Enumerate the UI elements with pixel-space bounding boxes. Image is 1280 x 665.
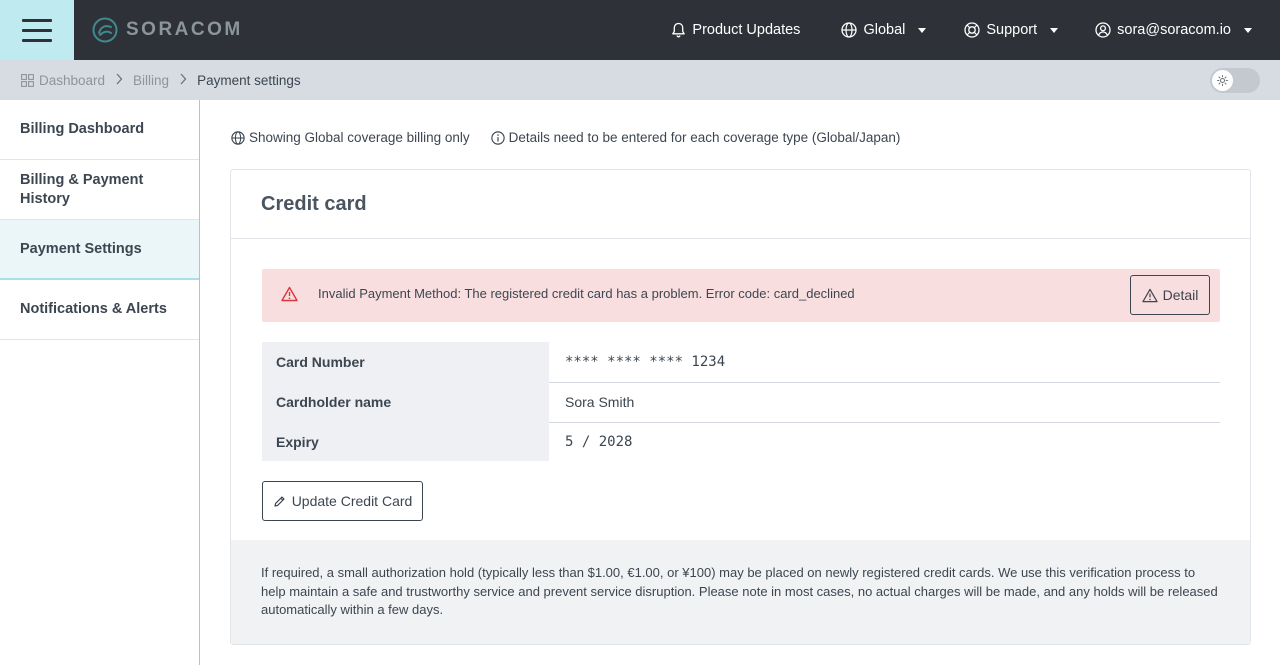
update-button-label: Update Credit Card bbox=[291, 493, 413, 509]
alert-message: Invalid Payment Method: The registered c… bbox=[318, 286, 855, 301]
globe-icon bbox=[231, 130, 245, 145]
chevron-down-icon bbox=[1244, 27, 1252, 33]
coverage-dropdown[interactable]: Global bbox=[841, 0, 927, 60]
theme-toggle[interactable] bbox=[1210, 68, 1260, 93]
breadcrumb-label: Payment settings bbox=[197, 72, 301, 88]
user-email: sora@soracom.io bbox=[1117, 22, 1231, 38]
user-icon bbox=[1095, 22, 1111, 38]
menu-icon-line bbox=[22, 38, 52, 42]
sidebar-item-notifications-alerts[interactable]: Notifications & Alerts bbox=[0, 280, 199, 340]
toggle-knob bbox=[1212, 70, 1233, 91]
product-updates-label: Product Updates bbox=[692, 22, 801, 38]
sidebar-item-label: Notifications & Alerts bbox=[20, 301, 167, 317]
coverage-note: Showing Global coverage billing only bbox=[231, 130, 470, 145]
authorization-hold-note: If required, a small authorization hold … bbox=[231, 540, 1250, 644]
user-menu[interactable]: sora@soracom.io bbox=[1095, 0, 1252, 60]
sidebar-item-payment-settings[interactable]: Payment Settings bbox=[0, 220, 199, 280]
expiry-label: Expiry bbox=[262, 422, 549, 461]
support-dropdown[interactable]: Support bbox=[964, 0, 1059, 60]
details-note: Details need to be entered for each cove… bbox=[490, 130, 901, 145]
table-row: Expiry 5 / 2028 bbox=[262, 422, 1220, 461]
sidebar-item-label: Billing & Payment History bbox=[20, 171, 144, 207]
soracom-logo[interactable]: SORACOM bbox=[92, 15, 243, 45]
bell-icon bbox=[672, 22, 686, 38]
update-credit-card-button[interactable]: Update Credit Card bbox=[262, 481, 423, 521]
globe-icon bbox=[841, 22, 858, 38]
sidebar: Billing Dashboard Billing & Payment Hist… bbox=[0, 100, 200, 665]
chevron-right-icon bbox=[179, 73, 187, 88]
support-icon bbox=[964, 22, 981, 38]
info-icon bbox=[490, 130, 505, 145]
details-note-text: Details need to be entered for each cove… bbox=[508, 130, 901, 145]
breadcrumb-label: Billing bbox=[133, 72, 170, 88]
card-number-value: **** **** **** 1234 bbox=[549, 342, 1220, 383]
product-updates-link[interactable]: Product Updates bbox=[671, 0, 800, 60]
top-nav-right: Product Updates Global Support sora@sora… bbox=[671, 0, 1280, 60]
dashboard-grid-icon bbox=[21, 73, 34, 87]
cardholder-name-label: Cardholder name bbox=[262, 382, 549, 422]
breadcrumb: Dashboard Billing Payment settings bbox=[0, 60, 1280, 100]
sidebar-item-label: Billing Dashboard bbox=[20, 121, 145, 137]
chevron-down-icon bbox=[918, 27, 927, 33]
support-label: Support bbox=[986, 22, 1038, 38]
card-details-table: Card Number **** **** **** 1234 Cardhold… bbox=[262, 342, 1220, 461]
brand-name: SORACOM bbox=[126, 19, 243, 40]
coverage-note-text: Showing Global coverage billing only bbox=[249, 130, 470, 145]
expiry-value: 5 / 2028 bbox=[565, 433, 633, 450]
cardholder-name-value: Sora Smith bbox=[549, 382, 1220, 423]
panel-title: Credit card bbox=[231, 170, 1250, 239]
table-row: Cardholder name Sora Smith bbox=[262, 382, 1220, 423]
sidebar-item-label: Payment Settings bbox=[20, 240, 142, 257]
table-row: Card Number **** **** **** 1234 bbox=[262, 342, 1220, 383]
card-number-label: Card Number bbox=[262, 342, 549, 382]
payment-error-alert: Invalid Payment Method: The registered c… bbox=[262, 269, 1220, 322]
pencil-icon bbox=[274, 495, 285, 507]
menu-icon-line bbox=[22, 28, 52, 32]
breadcrumb-payment-settings: Payment settings bbox=[197, 73, 301, 88]
chevron-down-icon bbox=[1050, 27, 1059, 33]
breadcrumb-label: Dashboard bbox=[39, 72, 106, 88]
breadcrumb-dashboard[interactable]: Dashboard bbox=[21, 73, 105, 88]
credit-card-panel: Credit card Invalid Payment Method: The … bbox=[230, 169, 1251, 645]
soracom-logo-icon bbox=[92, 17, 118, 43]
detail-button[interactable]: Detail bbox=[1130, 275, 1210, 315]
menu-button[interactable] bbox=[0, 0, 74, 60]
breadcrumb-billing[interactable]: Billing bbox=[133, 73, 169, 88]
sidebar-item-billing-dashboard[interactable]: Billing Dashboard bbox=[0, 100, 199, 160]
warning-icon bbox=[1141, 288, 1158, 302]
chevron-right-icon bbox=[115, 73, 123, 88]
coverage-info-line: Showing Global coverage billing only Det… bbox=[231, 130, 921, 145]
coverage-label: Global bbox=[863, 22, 906, 38]
detail-button-label: Detail bbox=[1162, 287, 1199, 303]
sidebar-item-billing-payment-history[interactable]: Billing & Payment History bbox=[0, 160, 199, 220]
top-navigation-bar: SORACOM Product Updates Global Support s… bbox=[0, 0, 1280, 60]
sun-icon bbox=[1217, 75, 1228, 86]
menu-icon-line bbox=[22, 18, 52, 22]
warning-icon bbox=[281, 286, 298, 302]
